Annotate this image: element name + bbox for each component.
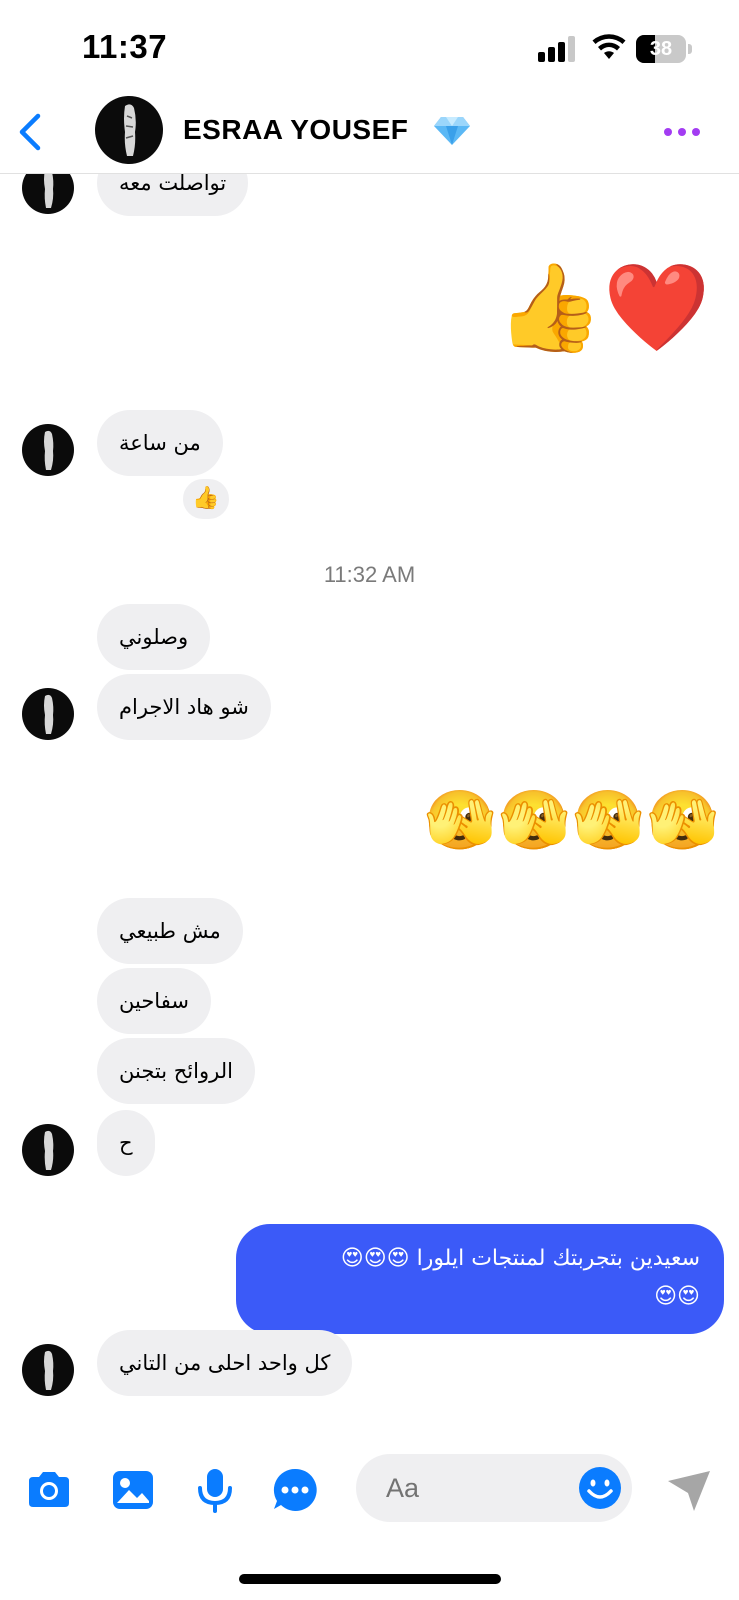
message-reaction[interactable]: 👍	[180, 476, 232, 522]
contact-avatar-small[interactable]	[22, 688, 74, 740]
contact-avatar[interactable]	[95, 96, 163, 164]
contact-name[interactable]: ESRAA YOUSEF	[183, 114, 408, 146]
send-icon[interactable]	[664, 1465, 714, 1515]
status-bar: 11:37 38	[0, 0, 739, 90]
message-bubble[interactable]: كل واحد احلى من التاني	[97, 1330, 353, 1396]
emoji-icon[interactable]	[577, 1465, 623, 1511]
message-bubble[interactable]: شو هاد الاجرام	[97, 674, 271, 740]
message-bubble[interactable]: ح	[97, 1110, 155, 1176]
message-bubble[interactable]: وصلوني	[97, 604, 211, 670]
message-bubble[interactable]: الروائح بتجنن	[97, 1038, 255, 1104]
message-composer	[0, 1440, 739, 1550]
more-options-button[interactable]	[664, 124, 704, 140]
sent-message-bubble[interactable]: سعيدين بتجربتك لمنتجات ايلورا 😍😍😍 😍😍	[236, 1224, 724, 1334]
microphone-icon[interactable]	[190, 1465, 240, 1515]
chevron-left-icon[interactable]	[14, 112, 50, 152]
image-icon[interactable]	[108, 1465, 158, 1515]
camera-icon[interactable]	[24, 1465, 74, 1515]
battery-icon: 38	[636, 35, 692, 63]
message-bubble[interactable]: مش طبيعي	[97, 898, 243, 964]
sent-emoji-message[interactable]: 👍❤️	[496, 258, 710, 358]
conversation-header: ESRAA YOUSEF	[0, 90, 739, 174]
home-indicator	[239, 1574, 501, 1584]
sent-message-line: 😍😍	[654, 1284, 700, 1309]
gem-icon	[434, 117, 470, 145]
contact-avatar-small[interactable]	[22, 424, 74, 476]
wifi-icon	[592, 34, 626, 59]
more-icon[interactable]	[270, 1465, 320, 1515]
battery-level: 38	[649, 38, 673, 60]
message-bubble[interactable]: سفاحين	[97, 968, 211, 1034]
sent-message-line: سعيدين بتجربتك لمنتجات ايلورا 😍😍😍	[340, 1246, 700, 1271]
contact-avatar-small[interactable]	[22, 1124, 74, 1176]
message-bubble[interactable]: من ساعة	[97, 410, 223, 476]
contact-avatar-small[interactable]	[22, 1344, 74, 1396]
cellular-signal-icon	[538, 36, 578, 62]
status-time: 11:37	[82, 28, 168, 65]
timestamp-divider: 11:32 AM	[323, 562, 416, 587]
sent-emoji-message[interactable]: 🫣🫣🫣🫣	[424, 780, 721, 860]
